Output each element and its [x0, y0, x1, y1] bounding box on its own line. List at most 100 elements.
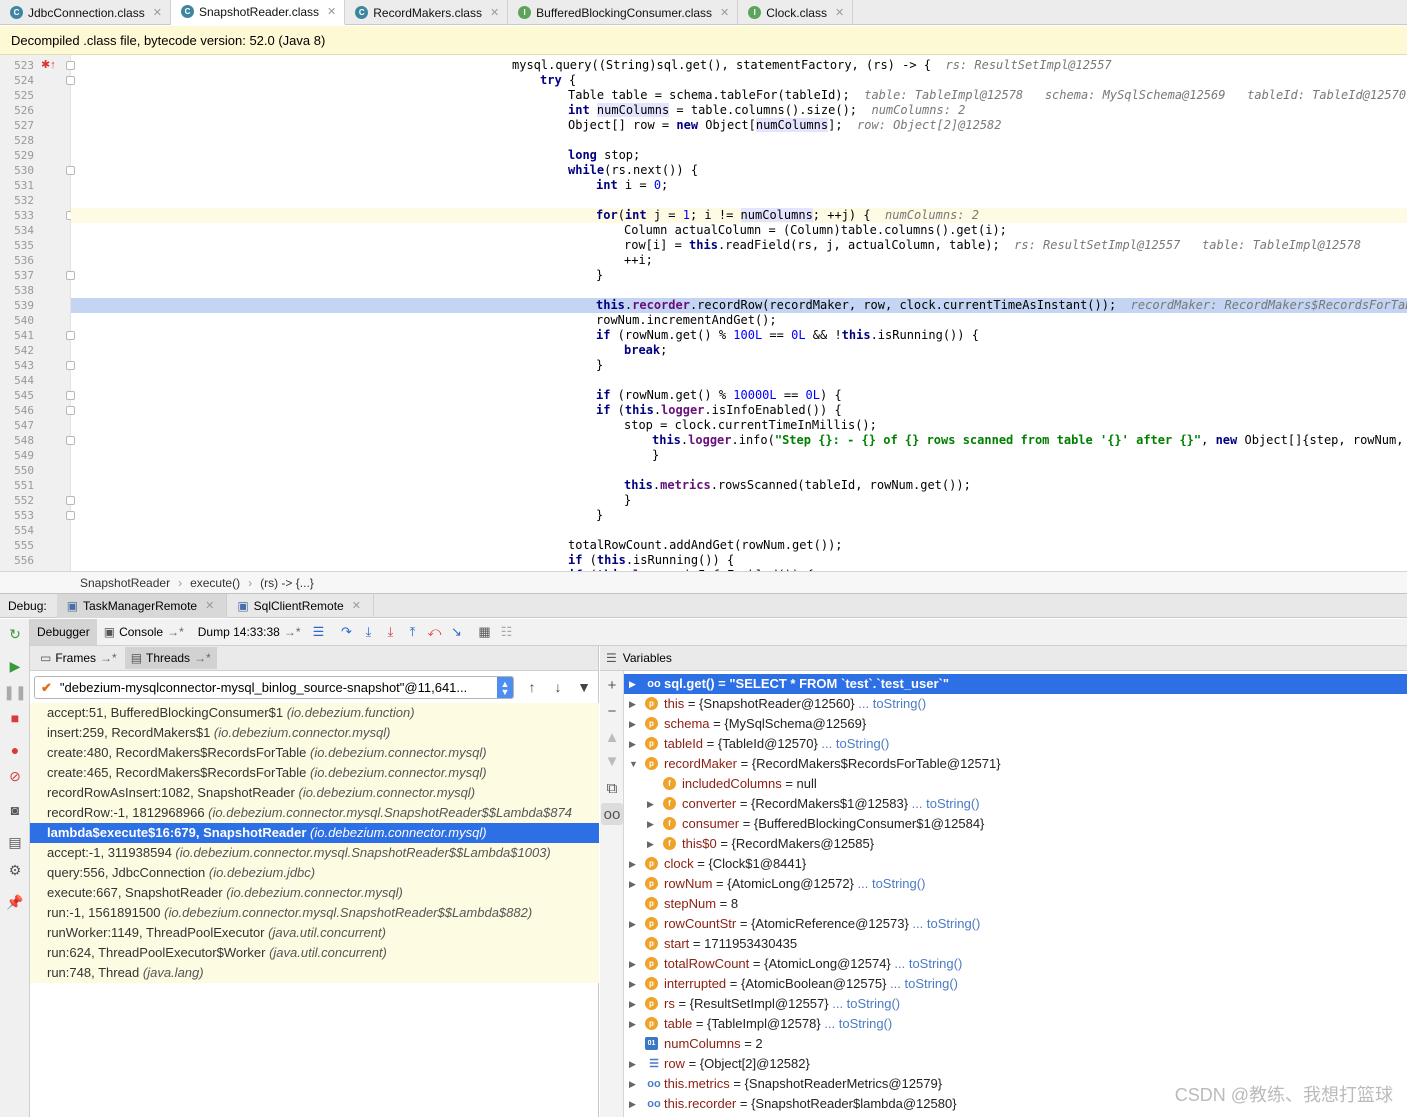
- code-line[interactable]: [71, 373, 1407, 388]
- code-line[interactable]: }: [71, 268, 1407, 283]
- code-line[interactable]: stop = clock.currentTimeInMillis();: [71, 418, 1407, 433]
- copy-icon[interactable]: ⧉: [601, 777, 623, 799]
- line-number[interactable]: 534: [0, 223, 34, 238]
- stack-frame[interactable]: run:-1, 1561891500 (io.debezium.connecto…: [30, 903, 599, 923]
- layout-icon[interactable]: ▤: [4, 831, 26, 853]
- code-line[interactable]: totalRowCount.addAndGet(rowNum.get());: [71, 538, 1407, 553]
- line-number[interactable]: 529: [0, 148, 34, 163]
- variable-row[interactable]: ▶ p rowNum = {AtomicLong@12572} ... toStri…: [624, 874, 1407, 894]
- line-number[interactable]: 537: [0, 268, 34, 283]
- tostring-link[interactable]: ... toString(): [829, 996, 900, 1011]
- close-icon[interactable]: ✕: [490, 6, 499, 19]
- expand-icon[interactable]: ▶: [629, 734, 636, 754]
- code-line[interactable]: if (rowNum.get() % 10000L == 0L) {: [71, 388, 1407, 403]
- line-number[interactable]: 548: [0, 433, 34, 448]
- tab-frames[interactable]: ▭ Frames →*: [34, 647, 123, 669]
- code-line[interactable]: [71, 193, 1407, 208]
- show-watches-icon[interactable]: oo: [601, 803, 623, 825]
- variable-row[interactable]: ▼ p recordMaker = {RecordMakers$RecordsFor…: [624, 754, 1407, 774]
- trace-icon[interactable]: ☷: [496, 621, 518, 643]
- expand-icon[interactable]: ▶: [647, 794, 654, 814]
- close-icon[interactable]: ✕: [720, 6, 729, 19]
- tostring-link[interactable]: ... toString(): [854, 876, 926, 891]
- expand-icon[interactable]: ▶: [629, 1054, 636, 1074]
- breadcrumb-class[interactable]: SnapshotReader: [80, 576, 170, 590]
- variable-row[interactable]: ▶ p clock = {Clock$1@8441}: [624, 854, 1407, 874]
- line-number[interactable]: 545: [0, 388, 34, 403]
- stack-frame[interactable]: recordRow:-1, 1812968966 (io.debezium.co…: [30, 803, 599, 823]
- line-number[interactable]: 547: [0, 418, 34, 433]
- variable-row[interactable]: ▶ p rs = {ResultSetImpl@12557} ... toStrin…: [624, 994, 1407, 1014]
- frame-up-icon[interactable]: ↑: [522, 677, 542, 697]
- line-number[interactable]: 526: [0, 103, 34, 118]
- line-number[interactable]: 532: [0, 193, 34, 208]
- code-line[interactable]: if (this.isRunning()) {: [71, 553, 1407, 568]
- stop-icon[interactable]: ■: [4, 707, 26, 729]
- variable-row[interactable]: ▶ p interrupted = {AtomicBoolean@12575} ..…: [624, 974, 1407, 994]
- variable-row[interactable]: ▶ p totalRowCount = {AtomicLong@12574} ...…: [624, 954, 1407, 974]
- line-number[interactable]: 551: [0, 478, 34, 493]
- stack-frame[interactable]: recordRowAsInsert:1082, SnapshotReader (…: [30, 783, 599, 803]
- line-number[interactable]: 546: [0, 403, 34, 418]
- code-line[interactable]: int numColumns = table.columns().size();…: [71, 103, 1407, 118]
- line-number[interactable]: 542: [0, 343, 34, 358]
- line-number[interactable]: 523: [0, 58, 34, 73]
- expand-icon[interactable]: ▶: [647, 814, 654, 834]
- variable-row[interactable]: ▶ p schema = {MySqlSchema@12569}: [624, 714, 1407, 734]
- line-number[interactable]: 536: [0, 253, 34, 268]
- tab-clock[interactable]: I Clock.class ✕: [738, 0, 854, 25]
- code-line[interactable]: this.recorder.recordRow(recordMaker, row…: [71, 298, 1407, 313]
- code-line[interactable]: int i = 0;: [71, 178, 1407, 193]
- code-line[interactable]: Column actualColumn = (Column)table.colu…: [71, 223, 1407, 238]
- stack-frame[interactable]: accept:-1, 311938594 (io.debezium.connec…: [30, 843, 599, 863]
- variable-row[interactable]: ▶ p table = {TableImpl@12578} ... toString…: [624, 1014, 1407, 1034]
- line-number[interactable]: 535: [0, 238, 34, 253]
- move-down-icon[interactable]: ▼: [601, 750, 623, 772]
- tab-snapshotreader[interactable]: C SnapshotReader.class ✕: [170, 0, 346, 25]
- variable-row[interactable]: ▶ f this$0 = {RecordMakers@12585}: [624, 834, 1407, 854]
- remove-watch-icon[interactable]: −: [601, 700, 623, 722]
- code-line[interactable]: }: [71, 508, 1407, 523]
- code-line[interactable]: [71, 463, 1407, 478]
- code-line[interactable]: mysql.query((String)sql.get(), statement…: [71, 58, 1407, 73]
- tab-threads[interactable]: ▤ Threads →*: [124, 647, 217, 669]
- stack-frame[interactable]: insert:259, RecordMakers$1 (io.debezium.…: [30, 723, 599, 743]
- line-number[interactable]: 541: [0, 328, 34, 343]
- stack-frame[interactable]: lambda$execute$16:679, SnapshotReader (i…: [30, 823, 599, 843]
- tostring-link[interactable]: ... toString(): [818, 736, 889, 751]
- code-line[interactable]: row[i] = this.readField(rs, j, actualCol…: [71, 238, 1407, 253]
- variable-row[interactable]: ▶ p rowCountStr = {AtomicReference@12573} …: [624, 914, 1407, 934]
- stack-frame[interactable]: execute:667, SnapshotReader (io.debezium…: [30, 883, 599, 903]
- stack-frame[interactable]: run:624, ThreadPoolExecutor$Worker (java…: [30, 943, 599, 963]
- line-number[interactable]: 550: [0, 463, 34, 478]
- code-line[interactable]: long stop;: [71, 148, 1407, 163]
- code-line[interactable]: break;: [71, 343, 1407, 358]
- code-line[interactable]: [71, 133, 1407, 148]
- expand-icon[interactable]: ▶: [629, 854, 636, 874]
- variable-row[interactable]: ▶ f consumer = {BufferedBlockingConsumer$1…: [624, 814, 1407, 834]
- line-number[interactable]: 539: [0, 298, 34, 313]
- variable-row[interactable]: f includedColumns = null: [624, 774, 1407, 794]
- variable-row[interactable]: ▶ p tableId = {TableId@12570} ... toString…: [624, 734, 1407, 754]
- code-line[interactable]: ++i;: [71, 253, 1407, 268]
- drop-frame-icon[interactable]: ⤺: [424, 621, 446, 643]
- line-gutter[interactable]: 523 524 525 526 527 528 529 530 531 532 533 534 535 5…: [0, 55, 75, 571]
- session-tab-taskmanagerremote[interactable]: ▣ TaskManagerRemote ✕: [56, 593, 228, 618]
- code-editor[interactable]: 523 524 525 526 527 528 529 530 531 532 533 534 535 5…: [0, 55, 1407, 571]
- tab-debugger[interactable]: Debugger: [30, 619, 97, 645]
- code-line[interactable]: [71, 523, 1407, 538]
- expand-icon[interactable]: ▶: [629, 694, 636, 714]
- variable-row[interactable]: ▶ p this = {SnapshotReader@12560} ... toSt…: [624, 694, 1407, 714]
- expand-icon[interactable]: ▶: [629, 1094, 636, 1114]
- frame-down-icon[interactable]: ↓: [548, 677, 568, 697]
- evaluate-expression-icon[interactable]: ▦: [474, 621, 496, 643]
- collapse-icon[interactable]: ▼: [629, 754, 638, 774]
- pause-icon[interactable]: ❚❚: [3, 681, 26, 703]
- stack-frame[interactable]: create:465, RecordMakers$RecordsForTable…: [30, 763, 599, 783]
- line-number[interactable]: 530: [0, 163, 34, 178]
- tostring-link[interactable]: ... toString(): [891, 956, 962, 971]
- stack-frame[interactable]: run:748, Thread (java.lang): [30, 963, 599, 983]
- line-number[interactable]: 528: [0, 133, 34, 148]
- variable-row[interactable]: p stepNum = 8: [624, 894, 1407, 914]
- line-number[interactable]: 531: [0, 178, 34, 193]
